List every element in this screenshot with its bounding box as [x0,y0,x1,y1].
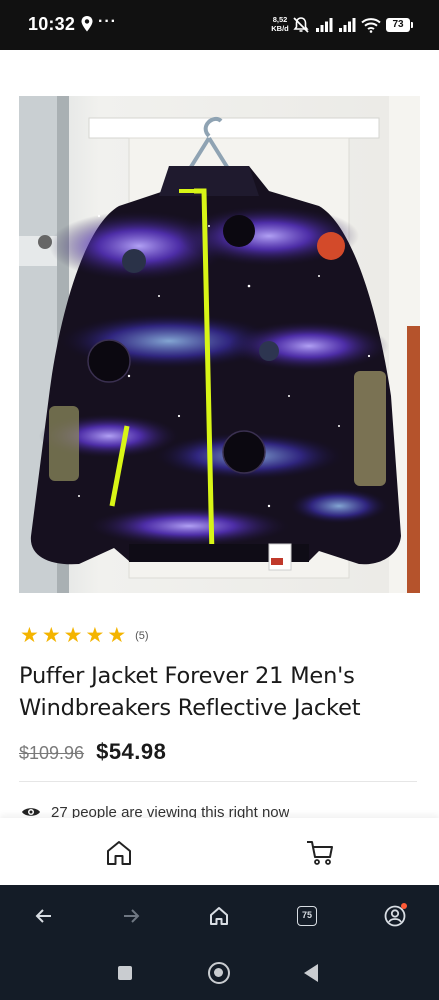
status-bar: 10:32 ··· 8,52 KB/d 73 [0,0,439,50]
back-icon [35,909,51,923]
star-icon: ★ [107,624,127,647]
forward-icon [124,909,140,923]
signal-icon [316,18,333,32]
battery-icon: 73 [386,18,413,32]
app-bottom-nav [0,818,439,885]
home-icon [210,907,228,925]
star-icon: ★ [20,624,39,647]
back-button[interactable] [31,903,57,929]
product-image[interactable] [19,96,420,593]
status-icons: 73 [292,15,413,35]
network-speed: 8,52 KB/d [271,15,289,33]
status-time: 10:32 [28,14,76,34]
back-triangle-button[interactable] [304,964,318,982]
home-icon[interactable] [104,838,134,868]
location-icon [81,16,93,32]
browser-home-button[interactable] [206,903,232,929]
signal-icon [339,18,356,32]
mute-icon [293,17,309,33]
notification-dot [401,903,407,909]
star-icon: ★ [85,624,105,647]
divider [19,781,417,782]
star-icon: ★ [63,624,83,647]
tabs-icon: 75 [297,906,317,926]
tabs-button[interactable]: 75 [294,903,320,929]
forward-button[interactable] [118,903,144,929]
original-price: $109.96 [19,743,85,763]
cart-icon[interactable] [305,838,335,868]
product-rating[interactable]: ★ ★ ★ ★ ★ (5) [20,624,149,647]
system-navigation-bar [0,945,439,1000]
review-count[interactable]: (5) [135,630,148,642]
eye-icon [22,808,40,816]
browser-toolbar: 75 [0,885,439,945]
wifi-icon [361,18,381,33]
star-icon: ★ [41,624,61,647]
home-button[interactable] [208,962,230,984]
space-jacket-illustration [19,96,420,593]
product-title: Puffer Jacket Forever 21 Men's Windbreak… [19,663,361,721]
sale-price: $54.98 [96,739,167,764]
product-price: $109.96 $54.98 [19,739,166,765]
account-button[interactable] [382,903,408,929]
more-notifications-icon: ··· [98,13,117,30]
recent-apps-button[interactable] [118,966,132,980]
